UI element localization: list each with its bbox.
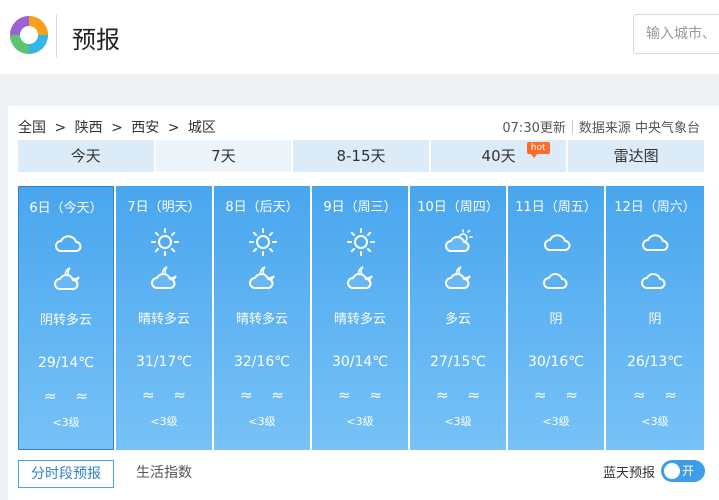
breadcrumb-separator: > — [167, 120, 180, 136]
day-date: 12日（周六） — [614, 200, 696, 215]
wind-level: <3级 — [150, 415, 178, 428]
day-date: 6日（今天） — [29, 201, 103, 216]
wind-level: <3级 — [346, 415, 374, 428]
breadcrumb-city[interactable]: 西安 — [131, 120, 159, 136]
temperature-range: 30/16℃ — [527, 354, 585, 370]
temperature-range: 30/14℃ — [331, 354, 389, 370]
moon-cloud-icon — [641, 270, 666, 289]
wind-level: <3级 — [248, 415, 276, 428]
moon-cloud-icon — [543, 270, 568, 289]
hot-badge: hot — [526, 142, 550, 158]
tab-8-15days[interactable]: 8-15天 — [293, 140, 431, 172]
temperature-range: 32/16℃ — [233, 354, 291, 370]
toggle-knob — [664, 463, 680, 479]
day-card[interactable]: 7日（明天） 晴转多云 31/17℃ ≈ ≈ <3级 — [116, 186, 212, 450]
page-title: 预报 — [72, 26, 120, 54]
cloud-icon — [55, 235, 82, 252]
day-card[interactable]: 9日（周三） 晴转多云 30/14℃ ≈ ≈ <3级 — [312, 186, 408, 450]
cloud-moon-icon — [249, 266, 275, 289]
breadcrumb-province[interactable]: 陕西 — [75, 120, 103, 136]
sub-tabs: 分时段预报 生活指数 — [18, 460, 204, 488]
top-header: 预报 输入城市、 — [0, 0, 719, 74]
tab-40days-label: 40天 — [481, 147, 516, 165]
temperature-range: 26/13℃ — [626, 354, 684, 370]
tab-radar[interactable]: 雷达图 — [568, 140, 704, 172]
wind-direction-icon: ≈ ≈ — [240, 386, 284, 404]
cloud-moon-icon — [347, 266, 373, 289]
wind-level: <3级 — [444, 415, 472, 428]
forecast-tabs: 今天 7天 8-15天 40天 hot 雷达图 — [18, 140, 704, 172]
day-card[interactable]: 10日（周四） 多云 27/15℃ ≈ ≈ <3级 — [410, 186, 506, 450]
breadcrumb: 全国 > 陕西 > 西安 > 城区 — [18, 117, 220, 137]
data-source: 数据来源 中央气象台 — [578, 121, 700, 136]
wind-level: <3级 — [52, 416, 80, 429]
weather-description: 晴转多云 — [333, 312, 386, 327]
cloud-moon-icon — [445, 266, 471, 289]
wind-direction-icon: ≈ ≈ — [142, 386, 186, 404]
toggle-label: 开 — [682, 464, 695, 478]
day-card[interactable]: 6日（今天） 阴转多云 29/14℃ ≈ ≈ <3级 — [18, 186, 114, 450]
sun-icon — [151, 228, 179, 256]
day-card[interactable]: 12日（周六） 阴 26/13℃ ≈ ≈ <3级 — [606, 186, 704, 450]
breadcrumb-separator: > — [111, 120, 123, 136]
header-divider — [56, 14, 57, 58]
sun-cloud-icon — [445, 229, 473, 252]
bluesky-toggle[interactable]: 开 — [661, 460, 705, 482]
temperature-range: 27/15℃ — [429, 354, 487, 370]
temperature-range: 29/14℃ — [37, 355, 95, 371]
sun-icon — [249, 228, 277, 256]
cloud-icon — [544, 234, 571, 251]
temperature-range: 31/17℃ — [135, 354, 193, 370]
weather-description: 阴转多云 — [39, 313, 92, 328]
cloud-icon — [642, 234, 669, 251]
day-date: 7日（明天） — [127, 200, 201, 215]
bluesky-forecast: 蓝天预报 开 — [603, 460, 705, 482]
day-date: 11日（周五） — [515, 200, 597, 215]
tab-today[interactable]: 今天 — [18, 140, 156, 172]
tab-7days[interactable]: 7天 — [155, 140, 294, 172]
wind-direction-icon: ≈ ≈ — [338, 386, 382, 404]
tab-40days[interactable]: 40天 hot — [430, 140, 569, 172]
weather-description: 晴转多云 — [235, 312, 288, 327]
tab-hourly-forecast[interactable]: 分时段预报 — [18, 460, 114, 488]
day-card[interactable]: 8日（后天） 晴转多云 32/16℃ ≈ ≈ <3级 — [214, 186, 310, 450]
bluesky-label: 蓝天预报 — [602, 465, 655, 481]
breadcrumb-country[interactable]: 全国 — [18, 120, 46, 136]
weather-description: 阴 — [648, 312, 662, 327]
cloud-moon-icon — [54, 267, 80, 290]
wind-level: <3级 — [641, 415, 669, 428]
day-card[interactable]: 11日（周五） 阴 30/16℃ ≈ ≈ <3级 — [508, 186, 604, 450]
update-info: 07:30更新 数据来源 中央气象台 — [502, 117, 700, 136]
update-time: 07:30更新 — [502, 121, 566, 136]
day-date: 9日（周三） — [323, 200, 397, 215]
update-divider — [571, 120, 573, 134]
wind-direction-icon: ≈ ≈ — [436, 386, 480, 404]
day-date: 10日（周四） — [417, 200, 499, 215]
wind-level: <3级 — [542, 415, 570, 428]
sun-icon — [347, 228, 375, 256]
forecast-card: 全国 > 陕西 > 西安 > 城区 07:30更新 数据来源 中央气象台 今天 7… — [8, 106, 719, 500]
breadcrumb-district: 城区 — [187, 120, 216, 136]
cloud-moon-icon — [151, 266, 177, 289]
city-search-input[interactable]: 输入城市、 — [633, 14, 719, 54]
app-logo[interactable] — [8, 14, 50, 56]
weather-description: 多云 — [444, 312, 471, 327]
day-forecast-list: 6日（今天） 阴转多云 29/14℃ ≈ ≈ <3级 7日（明天） 晴转多云 31/17℃ ≈ … — [18, 186, 704, 450]
tab-life-index[interactable]: 生活指数 — [124, 460, 204, 488]
wind-direction-icon: ≈ ≈ — [534, 386, 578, 404]
wind-direction-icon: ≈ ≈ — [633, 386, 677, 404]
wind-direction-icon: ≈ ≈ — [44, 387, 88, 405]
breadcrumb-separator: > — [54, 120, 67, 136]
weather-description: 阴 — [549, 312, 563, 327]
weather-description: 晴转多云 — [137, 312, 190, 327]
day-date: 8日（后天） — [225, 200, 299, 215]
